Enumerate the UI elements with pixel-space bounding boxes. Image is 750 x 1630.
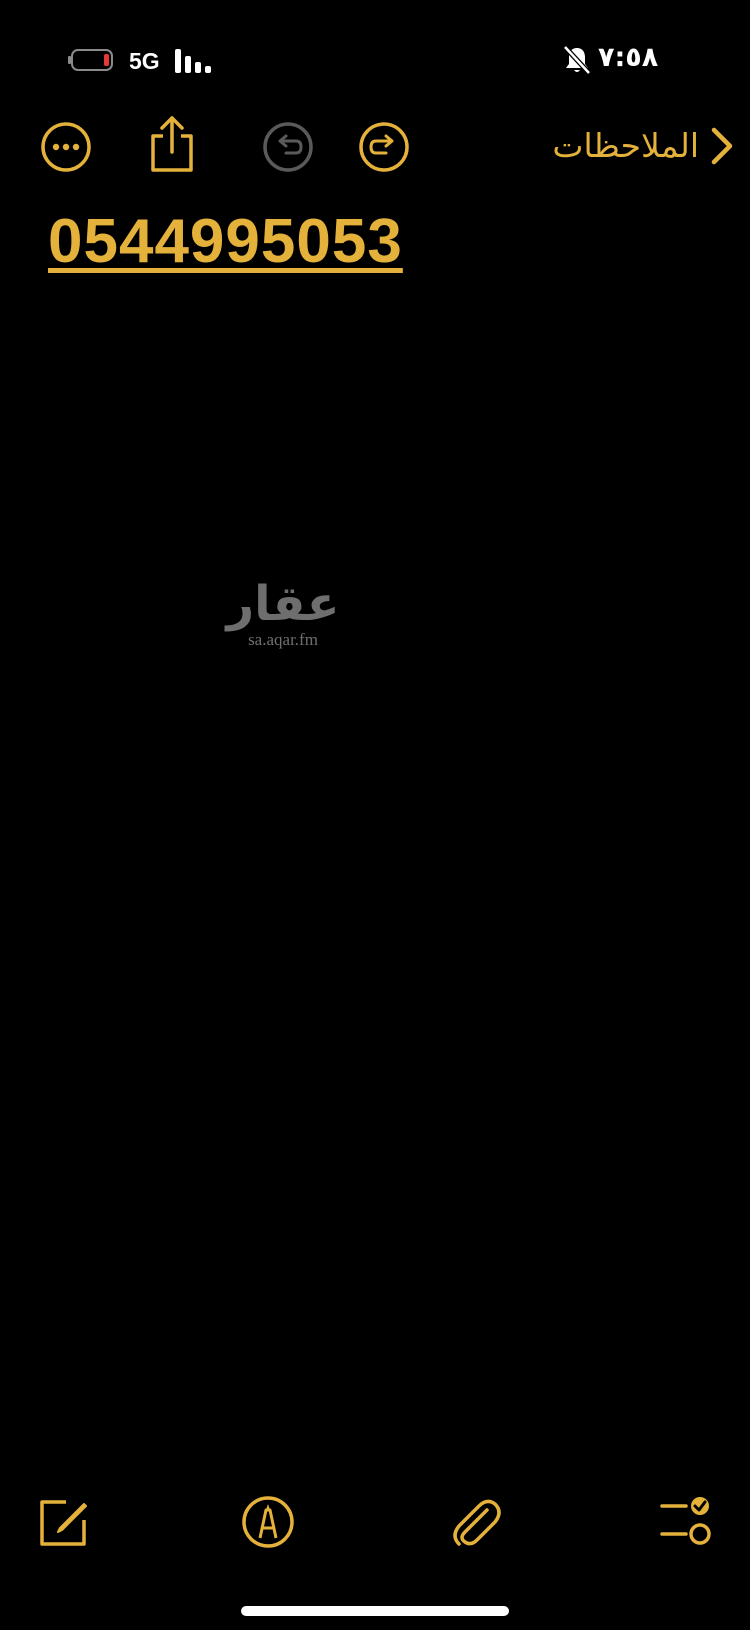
checklist-button[interactable] [656, 1494, 712, 1550]
watermark-logo: عقار [226, 576, 340, 632]
battery-icon [68, 49, 113, 71]
signal-bars-icon [175, 49, 211, 73]
attach-button[interactable] [447, 1494, 503, 1550]
status-time: ٧:٥٨ [598, 42, 659, 73]
note-body[interactable]: 0544995053 [48, 206, 688, 278]
markup-button[interactable] [240, 1494, 296, 1550]
watermark: عقار sa.aqar.fm [222, 578, 344, 658]
chevron-right-icon [711, 127, 733, 165]
home-indicator[interactable] [241, 1606, 509, 1616]
more-options-button[interactable] [40, 121, 92, 173]
phone-number-link[interactable]: 0544995053 [48, 207, 403, 276]
share-button[interactable] [146, 114, 198, 174]
back-label: الملاحظات [552, 126, 699, 165]
watermark-url: sa.aqar.fm [248, 630, 318, 649]
bell-slash-icon [563, 45, 591, 75]
back-to-notes-button[interactable]: الملاحظات [515, 118, 735, 174]
undo-button[interactable] [262, 121, 314, 173]
network-type: 5G [129, 48, 160, 74]
redo-button[interactable] [358, 121, 410, 173]
compose-button[interactable] [36, 1494, 92, 1550]
